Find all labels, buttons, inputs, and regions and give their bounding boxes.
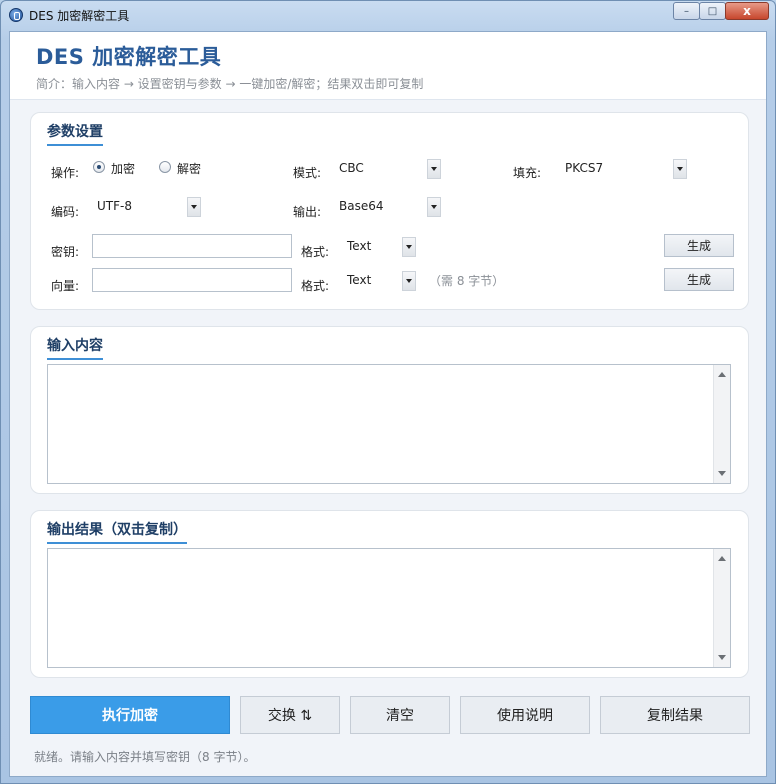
encoding-select[interactable]: UTF-8	[96, 196, 202, 217]
maximize-button[interactable]: □	[699, 2, 726, 20]
params-heading: 参数设置	[47, 121, 103, 146]
title-bar[interactable]: DES 加密解密工具 – □ x	[1, 1, 775, 29]
key-input[interactable]	[92, 234, 292, 258]
decrypt-radio[interactable]	[159, 161, 171, 173]
execute-button[interactable]: 执行加密	[30, 696, 230, 734]
close-button[interactable]: x	[725, 2, 769, 20]
padding-select[interactable]: PKCS7	[564, 158, 688, 179]
key-label: 密钥:	[51, 245, 80, 259]
iv-input[interactable]	[92, 268, 292, 292]
client-area: DES 加密解密工具 简介：输入内容 → 设置密钥与参数 → 一键加密/解密；结…	[9, 31, 767, 777]
app-icon	[9, 8, 23, 22]
app-window: DES 加密解密工具 – □ x DES 加密解密工具 简介：输入内容 → 设置…	[0, 0, 776, 784]
scroll-down-icon[interactable]	[718, 471, 726, 476]
output-format-label: 输出:	[293, 205, 322, 219]
mode-value: CBC	[339, 161, 364, 175]
mode-select[interactable]: CBC	[338, 158, 442, 179]
chevron-down-icon[interactable]	[187, 197, 201, 217]
copy-result-button[interactable]: 复制结果	[600, 696, 750, 734]
iv-label: 向量:	[51, 279, 80, 293]
chevron-down-icon[interactable]	[427, 197, 441, 217]
page-title: DES 加密解密工具	[36, 45, 222, 69]
scroll-up-icon[interactable]	[718, 372, 726, 377]
scroll-down-icon[interactable]	[718, 655, 726, 660]
padding-label: 填充:	[513, 166, 542, 180]
decrypt-radio-label[interactable]: 解密	[177, 160, 201, 177]
input-textarea[interactable]	[47, 364, 731, 484]
output-format-select[interactable]: Base64	[338, 196, 442, 217]
output-card: 输出结果（双击复制）	[30, 510, 749, 678]
iv-format-value: Text	[347, 273, 372, 287]
encoding-label: 编码:	[51, 205, 80, 219]
encrypt-radio-label[interactable]: 加密	[111, 160, 135, 177]
chevron-down-icon[interactable]	[402, 237, 416, 257]
clear-button[interactable]: 清空	[350, 696, 450, 734]
encoding-value: UTF-8	[97, 199, 132, 213]
swap-button[interactable]: 交换 ⇅	[240, 696, 340, 734]
generate-key-button[interactable]: 生成	[664, 234, 734, 257]
padding-value: PKCS7	[565, 161, 604, 175]
chevron-down-icon[interactable]	[427, 159, 441, 179]
caption-buttons: – □ x	[673, 2, 769, 20]
generate-iv-button[interactable]: 生成	[664, 268, 734, 291]
header-panel: DES 加密解密工具 简介：输入内容 → 设置密钥与参数 → 一键加密/解密；结…	[10, 32, 766, 100]
help-button[interactable]: 使用说明	[460, 696, 590, 734]
key-format-value: Text	[347, 239, 372, 253]
key-format-select[interactable]: Text	[346, 236, 417, 257]
input-scrollbar[interactable]	[713, 365, 730, 483]
iv-format-select[interactable]: Text	[346, 270, 417, 291]
page-subtitle: 简介：输入内容 → 设置密钥与参数 → 一键加密/解密；结果双击即可复制	[36, 77, 424, 91]
chevron-down-icon[interactable]	[402, 271, 416, 291]
output-format-value: Base64	[339, 199, 384, 213]
key-format-label: 格式:	[301, 245, 330, 259]
status-bar-text: 就绪。请输入内容并填写密钥（8 字节）。	[34, 750, 256, 764]
params-card: 参数设置 操作: 加密 解密 模式: CBC 填充: PKCS7 编码: UTF…	[30, 112, 749, 310]
minimize-button[interactable]: –	[673, 2, 700, 20]
output-textarea[interactable]	[47, 548, 731, 668]
scroll-up-icon[interactable]	[718, 556, 726, 561]
output-heading: 输出结果（双击复制）	[47, 519, 187, 544]
output-scrollbar[interactable]	[713, 549, 730, 667]
window-title: DES 加密解密工具	[29, 9, 130, 23]
input-heading: 输入内容	[47, 335, 103, 360]
encrypt-radio[interactable]	[93, 161, 105, 173]
iv-format-label: 格式:	[301, 279, 330, 293]
iv-length-hint: （需 8 字节）	[429, 274, 505, 288]
mode-label: 模式:	[293, 166, 322, 180]
input-card: 输入内容	[30, 326, 749, 494]
chevron-down-icon[interactable]	[673, 159, 687, 179]
operation-label: 操作:	[51, 166, 80, 180]
